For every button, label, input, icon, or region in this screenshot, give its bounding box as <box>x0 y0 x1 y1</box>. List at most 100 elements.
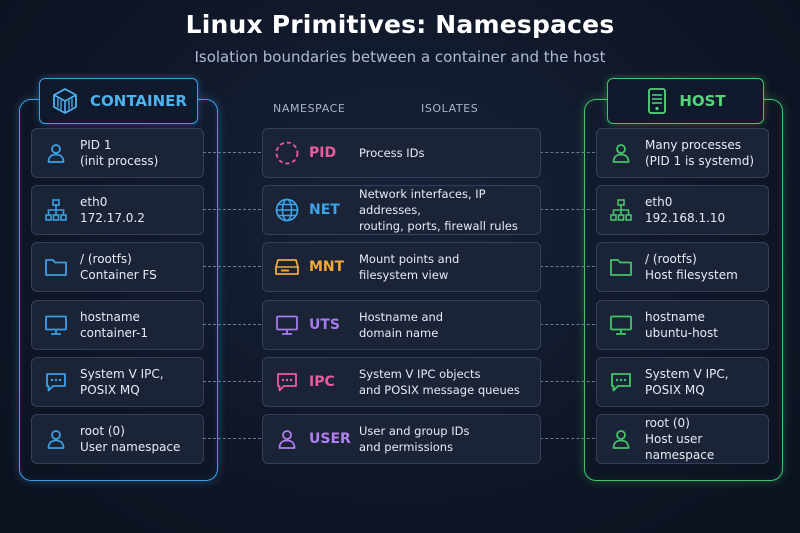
host-card-text: / (rootfs) Host filesystem <box>645 251 738 283</box>
container-card[interactable]: System V IPC, POSIX MQ <box>31 357 204 407</box>
monitor-icon <box>597 314 645 336</box>
server-icon <box>645 87 669 115</box>
container-card-line1: hostname <box>80 310 140 324</box>
namespace-isolates-line2: domain name <box>359 326 439 340</box>
container-cube-icon <box>50 86 80 116</box>
namespace-name: UTS <box>309 317 341 333</box>
container-card-text: eth0 172.17.0.2 <box>80 194 145 226</box>
connector-line <box>540 438 595 439</box>
drive-icon <box>265 255 309 279</box>
container-card-text: root (0) User namespace <box>80 423 180 455</box>
host-card[interactable]: eth0 192.168.1.10 <box>596 185 769 235</box>
container-card-text: System V IPC, POSIX MQ <box>80 366 164 398</box>
user-icon <box>32 428 80 450</box>
isolates-column-header: ISOLATES <box>421 102 479 115</box>
folder-icon <box>597 256 645 278</box>
container-card-line2: 172.17.0.2 <box>80 211 145 225</box>
container-card[interactable]: PID 1 (init process) <box>31 128 204 178</box>
host-card-line1: hostname <box>645 310 705 324</box>
namespace-isolates-text: System V IPC objects and POSIX message qu… <box>359 366 520 398</box>
network-icon <box>32 198 80 222</box>
diagram-subtitle: Isolation boundaries between a container… <box>194 48 606 66</box>
namespace-isolates-text: Hostname and domain name <box>359 309 443 341</box>
container-card-line2: POSIX MQ <box>80 383 140 397</box>
container-card[interactable]: root (0) User namespace <box>31 414 204 464</box>
container-card-text: hostname container-1 <box>80 309 148 341</box>
namespace-name: USER <box>309 431 351 447</box>
container-card-line2: Container FS <box>80 268 157 282</box>
container-card-text: / (rootfs) Container FS <box>80 251 157 283</box>
connector-line <box>203 266 261 267</box>
namespace-name: NET <box>309 202 340 218</box>
host-card-line2: (PID 1 is systemd) <box>645 154 755 168</box>
host-card-line2: ubuntu-host <box>645 326 718 340</box>
container-card[interactable]: hostname container-1 <box>31 300 204 350</box>
host-card-line2: Host filesystem <box>645 268 738 282</box>
container-card-line2: container-1 <box>80 326 149 340</box>
namespace-isolates-text: Process IDs <box>359 145 425 161</box>
container-card-line2: (init process) <box>80 154 159 168</box>
namespace-isolates-line1: User and group IDs <box>359 424 470 438</box>
host-card[interactable]: Many processes (PID 1 is systemd) <box>596 128 769 178</box>
connector-line <box>540 266 595 267</box>
container-card[interactable]: / (rootfs) Container FS <box>31 242 204 292</box>
namespace-isolates-line1: Network interfaces, IP addresses, <box>359 187 486 217</box>
connector-line <box>203 324 261 325</box>
host-card-line1: / (rootfs) <box>645 252 697 266</box>
user-icon <box>597 428 645 450</box>
namespace-card-user[interactable]: USER User and group IDs and permissions <box>262 414 541 464</box>
host-card-line1: Many processes <box>645 138 741 152</box>
container-card-line1: PID 1 <box>80 138 112 152</box>
namespace-card-pid[interactable]: PID Process IDs <box>262 128 541 178</box>
user-icon <box>32 142 80 164</box>
namespace-card-mnt[interactable]: MNT Mount points and filesystem view <box>262 242 541 292</box>
connector-line <box>203 381 261 382</box>
host-card-line2: POSIX MQ <box>645 383 705 397</box>
host-card[interactable]: hostname ubuntu-host <box>596 300 769 350</box>
container-card-line1: root (0) <box>80 424 125 438</box>
namespace-card-ipc[interactable]: IPC System V IPC objects and POSIX message… <box>262 357 541 407</box>
container-card-line1: / (rootfs) <box>80 252 132 266</box>
connector-line <box>203 152 261 153</box>
host-card-line2: 192.168.1.10 <box>645 211 726 225</box>
globe-icon <box>265 197 309 223</box>
namespace-isolates-text: Network interfaces, IP addresses, routing… <box>359 186 540 234</box>
namespace-name: MNT <box>309 259 345 275</box>
host-card-text: root (0) Host user namespace <box>645 415 768 463</box>
diagram-title: Linux Primitives: Namespaces <box>185 10 615 39</box>
namespace-isolates-line1: Mount points and <box>359 252 460 266</box>
namespace-isolates-line2: and POSIX message queues <box>359 383 520 397</box>
host-card-text: Many processes (PID 1 is systemd) <box>645 137 754 169</box>
user-icon <box>597 142 645 164</box>
container-card-line1: System V IPC, <box>80 367 164 381</box>
connector-line <box>540 381 595 382</box>
host-card-line2: Host user namespace <box>645 432 715 462</box>
namespace-isolates-text: User and group IDs and permissions <box>359 423 469 455</box>
container-panel-header: CONTAINER <box>39 78 198 124</box>
host-card-text: System V IPC, POSIX MQ <box>645 366 729 398</box>
container-card-line2: User namespace <box>80 440 181 454</box>
dashed-circle-icon <box>265 140 309 166</box>
container-panel-label: CONTAINER <box>90 92 187 110</box>
network-icon <box>597 198 645 222</box>
namespace-column-header: NAMESPACE <box>273 102 346 115</box>
host-panel-header: HOST <box>607 78 764 124</box>
namespace-card-net[interactable]: NET Network interfaces, IP addresses, rout… <box>262 185 541 235</box>
namespace-isolates-line2: filesystem view <box>359 268 449 282</box>
folder-icon <box>32 256 80 278</box>
host-card[interactable]: System V IPC, POSIX MQ <box>596 357 769 407</box>
host-card[interactable]: / (rootfs) Host filesystem <box>596 242 769 292</box>
host-card-text: hostname ubuntu-host <box>645 309 718 341</box>
connector-line <box>540 152 595 153</box>
user-icon <box>265 428 309 450</box>
namespace-name: PID <box>309 145 337 161</box>
host-card[interactable]: root (0) Host user namespace <box>596 414 769 464</box>
monitor-icon <box>32 314 80 336</box>
container-card[interactable]: eth0 172.17.0.2 <box>31 185 204 235</box>
chat-icon <box>32 371 80 393</box>
namespace-isolates-line1: System V IPC objects <box>359 367 481 381</box>
host-card-line1: root (0) <box>645 416 690 430</box>
namespace-isolates-line2: routing, ports, firewall rules <box>359 219 518 233</box>
namespace-card-uts[interactable]: UTS Hostname and domain name <box>262 300 541 350</box>
chat-icon <box>597 371 645 393</box>
